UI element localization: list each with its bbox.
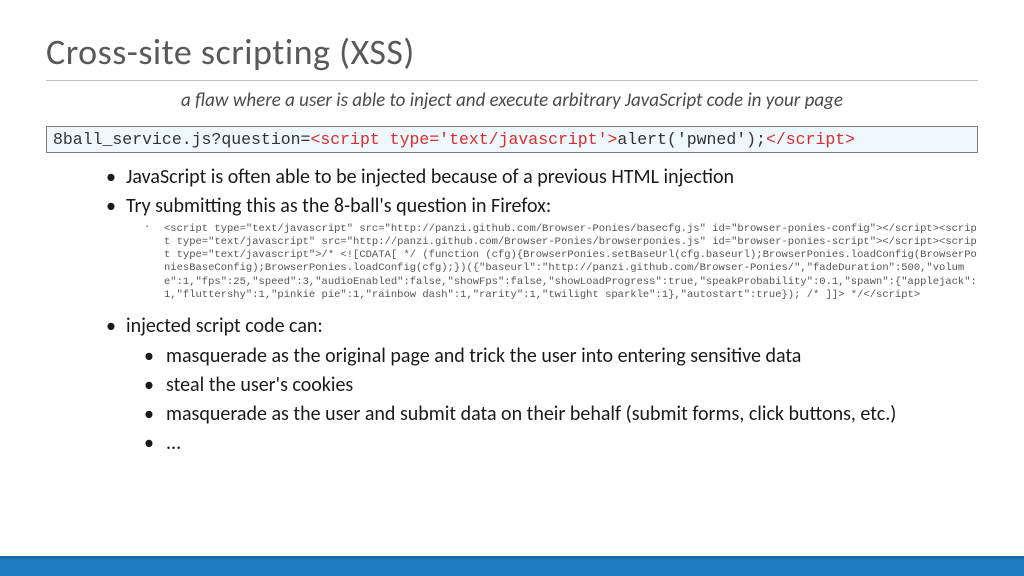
slide: Cross-site scripting (XSS) a flaw where …	[0, 0, 1024, 456]
bottom-accent-bar	[0, 556, 1024, 576]
code-prefix: 8ball_service.js?question=	[53, 130, 310, 149]
slide-title: Cross-site scripting (XSS)	[46, 30, 978, 74]
inner-bullet-item: ...	[166, 430, 978, 456]
bullet-list: JavaScript is often able to be injected …	[46, 165, 978, 456]
inner-bullet-list: masquerade as the original page and tric…	[126, 343, 978, 456]
inner-bullet-item: masquerade as the original page and tric…	[166, 343, 978, 369]
code-body: alert('pwned');	[617, 130, 766, 149]
inner-bullet-item: steal the user's cookies	[166, 372, 978, 398]
title-divider	[46, 80, 978, 81]
slide-subtitle: a flaw where a user is able to inject an…	[46, 89, 978, 112]
code-banner: 8ball_service.js?question=<script type='…	[46, 126, 978, 153]
bullet-item: JavaScript is often able to be injected …	[126, 165, 978, 190]
code-block: <script type="text/javascript" src="http…	[126, 219, 978, 310]
bullet-item: Try submitting this as the 8-ball's ques…	[126, 194, 978, 310]
bullet-item: injected script code can: masquerade as …	[126, 314, 978, 456]
inner-bullet-item: masquerade as the user and submit data o…	[166, 401, 978, 427]
code-open-tag: <script type='text/javascript'>	[310, 130, 617, 149]
bullet-text: injected script code can:	[126, 314, 323, 338]
bullet-text: Try submitting this as the 8-ball's ques…	[126, 194, 551, 218]
code-close-tag: </script>	[766, 130, 855, 149]
